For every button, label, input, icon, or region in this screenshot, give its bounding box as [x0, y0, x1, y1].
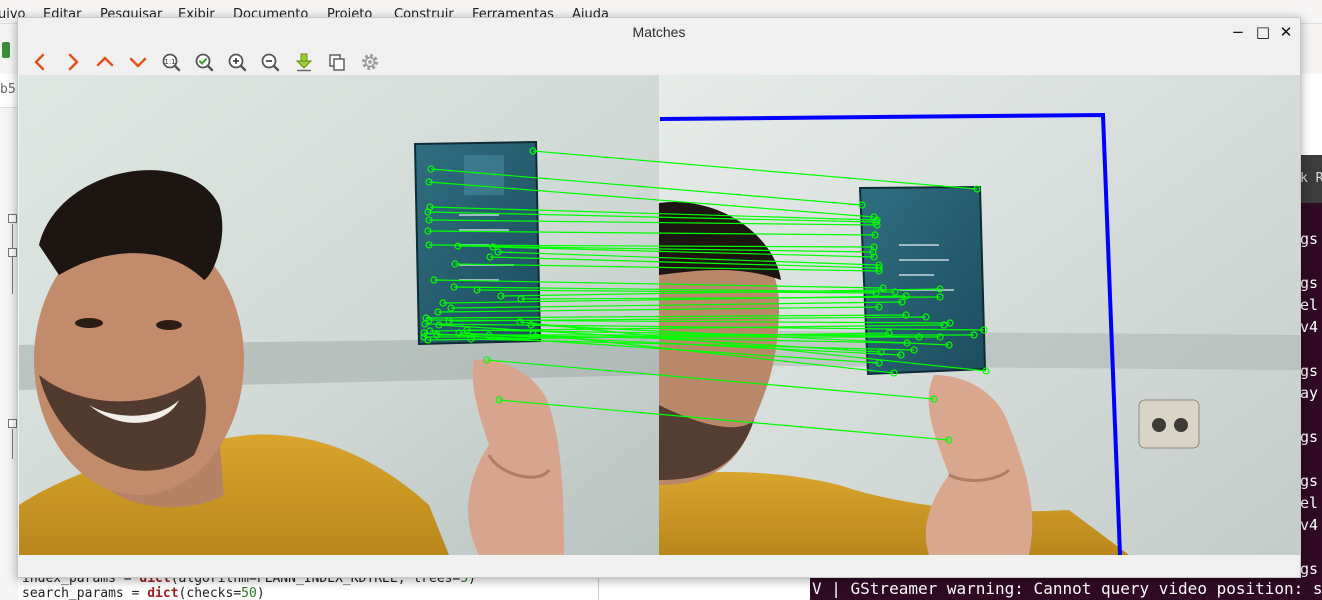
gear-icon — [362, 54, 378, 70]
zoom-fit-button[interactable] — [193, 51, 215, 73]
svg-text:1:1: 1:1 — [164, 58, 175, 66]
fold-marker-icon[interactable] — [8, 214, 17, 223]
zoom-out-icon — [261, 53, 280, 72]
power-outlet-socket-icon — [1174, 418, 1188, 432]
right-image-card — [858, 185, 987, 376]
terminal-line: v4 — [1300, 516, 1319, 534]
terminal-line: ay — [1300, 384, 1319, 402]
image-toolbar: 1:1 — [18, 46, 1300, 76]
title-bar[interactable]: Matches − □ ✕ — [18, 18, 1300, 46]
chevron-down-icon — [129, 57, 147, 68]
terminal-line: gs — [1300, 362, 1319, 380]
download-icon — [295, 53, 313, 72]
terminal-line: el — [1300, 296, 1319, 314]
pan-up-button[interactable] — [94, 51, 116, 73]
zoom-out-button[interactable] — [259, 51, 281, 73]
zoom-1to1-icon: 1:1 — [162, 53, 181, 72]
properties-button[interactable] — [359, 51, 381, 73]
fold-guide — [12, 224, 13, 294]
editor-tab-label: b5 — [0, 82, 16, 97]
zoom-in-button[interactable] — [226, 51, 248, 73]
copy-icon — [329, 54, 345, 71]
terminal-line: v4 — [1300, 318, 1319, 336]
power-outlet-socket-icon — [1152, 418, 1166, 432]
fold-marker-icon[interactable] — [8, 419, 17, 428]
editor-gutter — [0, 108, 18, 600]
matches-image — [19, 75, 1300, 555]
terminal-tab[interactable]: k R — [1300, 155, 1322, 203]
matches-window: Matches − □ ✕ 1:1 — [17, 17, 1301, 578]
fold-guide — [12, 429, 13, 459]
image-viewport[interactable] — [19, 75, 1300, 555]
terminal-line: gs — [1300, 230, 1319, 248]
pan-left-button[interactable] — [29, 51, 51, 73]
editor-right-strip — [1300, 74, 1322, 155]
zoom-in-icon — [228, 53, 247, 72]
right-image-power-outlet — [1138, 399, 1200, 449]
terminal-line: el — [1300, 494, 1319, 512]
terminal[interactable]: k R gs gs el v4 gs ay gs gs el v4 gs — [1300, 155, 1322, 600]
maximize-button[interactable]: □ — [1254, 23, 1272, 41]
editor-margin-line — [598, 578, 599, 600]
terminal-line: gs — [1300, 472, 1319, 490]
code-line: search_params = dict(checks=50) — [22, 586, 265, 600]
terminal-line: gs — [1300, 428, 1319, 446]
screen: uivo Editar Pesquisar Exibir Documento P… — [0, 0, 1322, 600]
close-button[interactable]: ✕ — [1277, 23, 1295, 41]
chevron-left-icon — [34, 53, 45, 71]
minimize-button[interactable]: − — [1229, 23, 1247, 41]
copy-image-button[interactable] — [326, 51, 348, 73]
run-icon[interactable] — [2, 42, 10, 58]
left-image-eye — [75, 318, 103, 328]
chevron-right-icon — [68, 53, 79, 71]
chevron-up-icon — [96, 56, 114, 67]
pan-right-button[interactable] — [62, 51, 84, 73]
terminal-line: gs — [1300, 560, 1319, 578]
left-image-eye — [156, 320, 182, 330]
pan-down-button[interactable] — [127, 51, 149, 73]
fold-marker-icon[interactable] — [8, 248, 17, 257]
terminal-line: gs — [1300, 274, 1319, 292]
window-title: Matches — [632, 24, 686, 40]
zoom-fit-check-icon — [195, 53, 214, 72]
zoom-original-button[interactable]: 1:1 — [160, 51, 182, 73]
terminal-warning-line: V | GStreamer warning: Cannot query vide… — [810, 578, 1322, 600]
save-image-button[interactable] — [293, 51, 315, 73]
